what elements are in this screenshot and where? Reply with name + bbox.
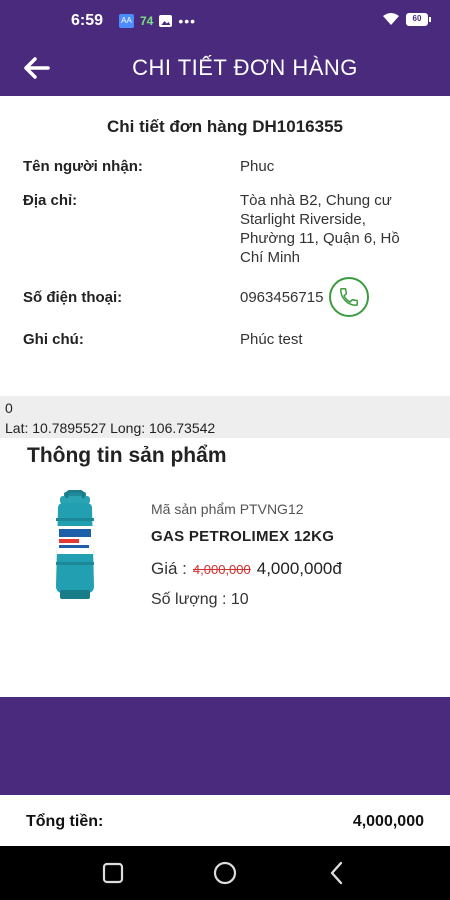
wifi-icon	[383, 13, 399, 25]
product-code: Mã sản phẩm PTVNG12	[151, 501, 304, 517]
arrow-left-icon	[24, 57, 50, 79]
recents-button[interactable]	[100, 860, 126, 886]
gallery-icon	[159, 15, 173, 27]
header: 6:59 AA 74 ••• 60 CHI TIẾT ĐƠN HÀNG	[0, 0, 450, 96]
product-section-heading: Thông tin sản phẩm	[27, 444, 227, 467]
old-price: 4,000,000	[192, 562, 251, 577]
notification-count: 74	[140, 14, 154, 28]
order-title: Chi tiết đơn hàng DH1016355	[107, 117, 343, 136]
app-bar: CHI TIẾT ĐƠN HÀNG	[0, 42, 450, 96]
recipient-value: Phuc	[240, 158, 275, 175]
total-row: Tổng tiền: 4,000,000	[0, 796, 450, 846]
phone-value: 0963456715	[240, 288, 324, 306]
phone-row: Số điện thoại: 0963456715	[23, 277, 433, 317]
call-button[interactable]	[329, 277, 370, 317]
note-label: Ghi chú:	[23, 331, 84, 348]
status-notification-icons: AA 74 •••	[119, 13, 196, 29]
location-coordinates: Lat: 10.7895527 Long: 106.73542	[5, 420, 216, 436]
product-name: GAS PETROLIMEX 12KG	[151, 528, 335, 545]
price-label: Giá :	[151, 559, 187, 578]
notification-app-icon: AA	[119, 14, 134, 28]
page-title: CHI TIẾT ĐƠN HÀNG	[132, 55, 358, 80]
system-nav-bar	[0, 846, 450, 900]
back-button[interactable]	[18, 50, 54, 86]
home-button[interactable]	[212, 860, 238, 886]
phone-label: Số điện thoại:	[23, 288, 123, 306]
note-row: Ghi chú: Phúc test	[23, 330, 433, 349]
status-bar: 6:59 AA 74 ••• 60	[0, 0, 450, 42]
current-price: 4,000,000đ	[256, 559, 342, 578]
status-time: 6:59	[71, 12, 104, 29]
location-line-1: 0	[5, 400, 13, 416]
location-info: 0 Lat: 10.7895527 Long: 106.73542	[0, 396, 450, 438]
battery-icon: 60	[406, 12, 431, 26]
phone-value-container: 0963456715	[240, 277, 420, 317]
address-value: Tòa nhà B2, Chung cư Starlight Riverside…	[240, 192, 400, 266]
phone-icon	[340, 288, 359, 306]
address-label: Địa chỉ:	[23, 192, 78, 209]
purple-band	[0, 697, 450, 795]
price-row: Giá : 4,000,000 4,000,000đ	[151, 559, 342, 579]
recipient-label: Tên người nhận:	[23, 158, 143, 175]
address-row: Địa chỉ: Tòa nhà B2, Chung cư Starlight …	[23, 191, 433, 267]
back-nav-button[interactable]	[324, 860, 350, 886]
more-notifications-icon: •••	[178, 13, 197, 29]
gas-cylinder-image	[56, 490, 94, 599]
total-label: Tổng tiền:	[26, 813, 104, 830]
recipient-row: Tên người nhận: Phuc	[23, 157, 433, 176]
product-quantity: Số lượng : 10	[151, 591, 249, 608]
note-value: Phúc test	[240, 331, 303, 348]
status-system-icons: 60	[382, 12, 431, 26]
total-value: 4,000,000	[352, 813, 424, 830]
